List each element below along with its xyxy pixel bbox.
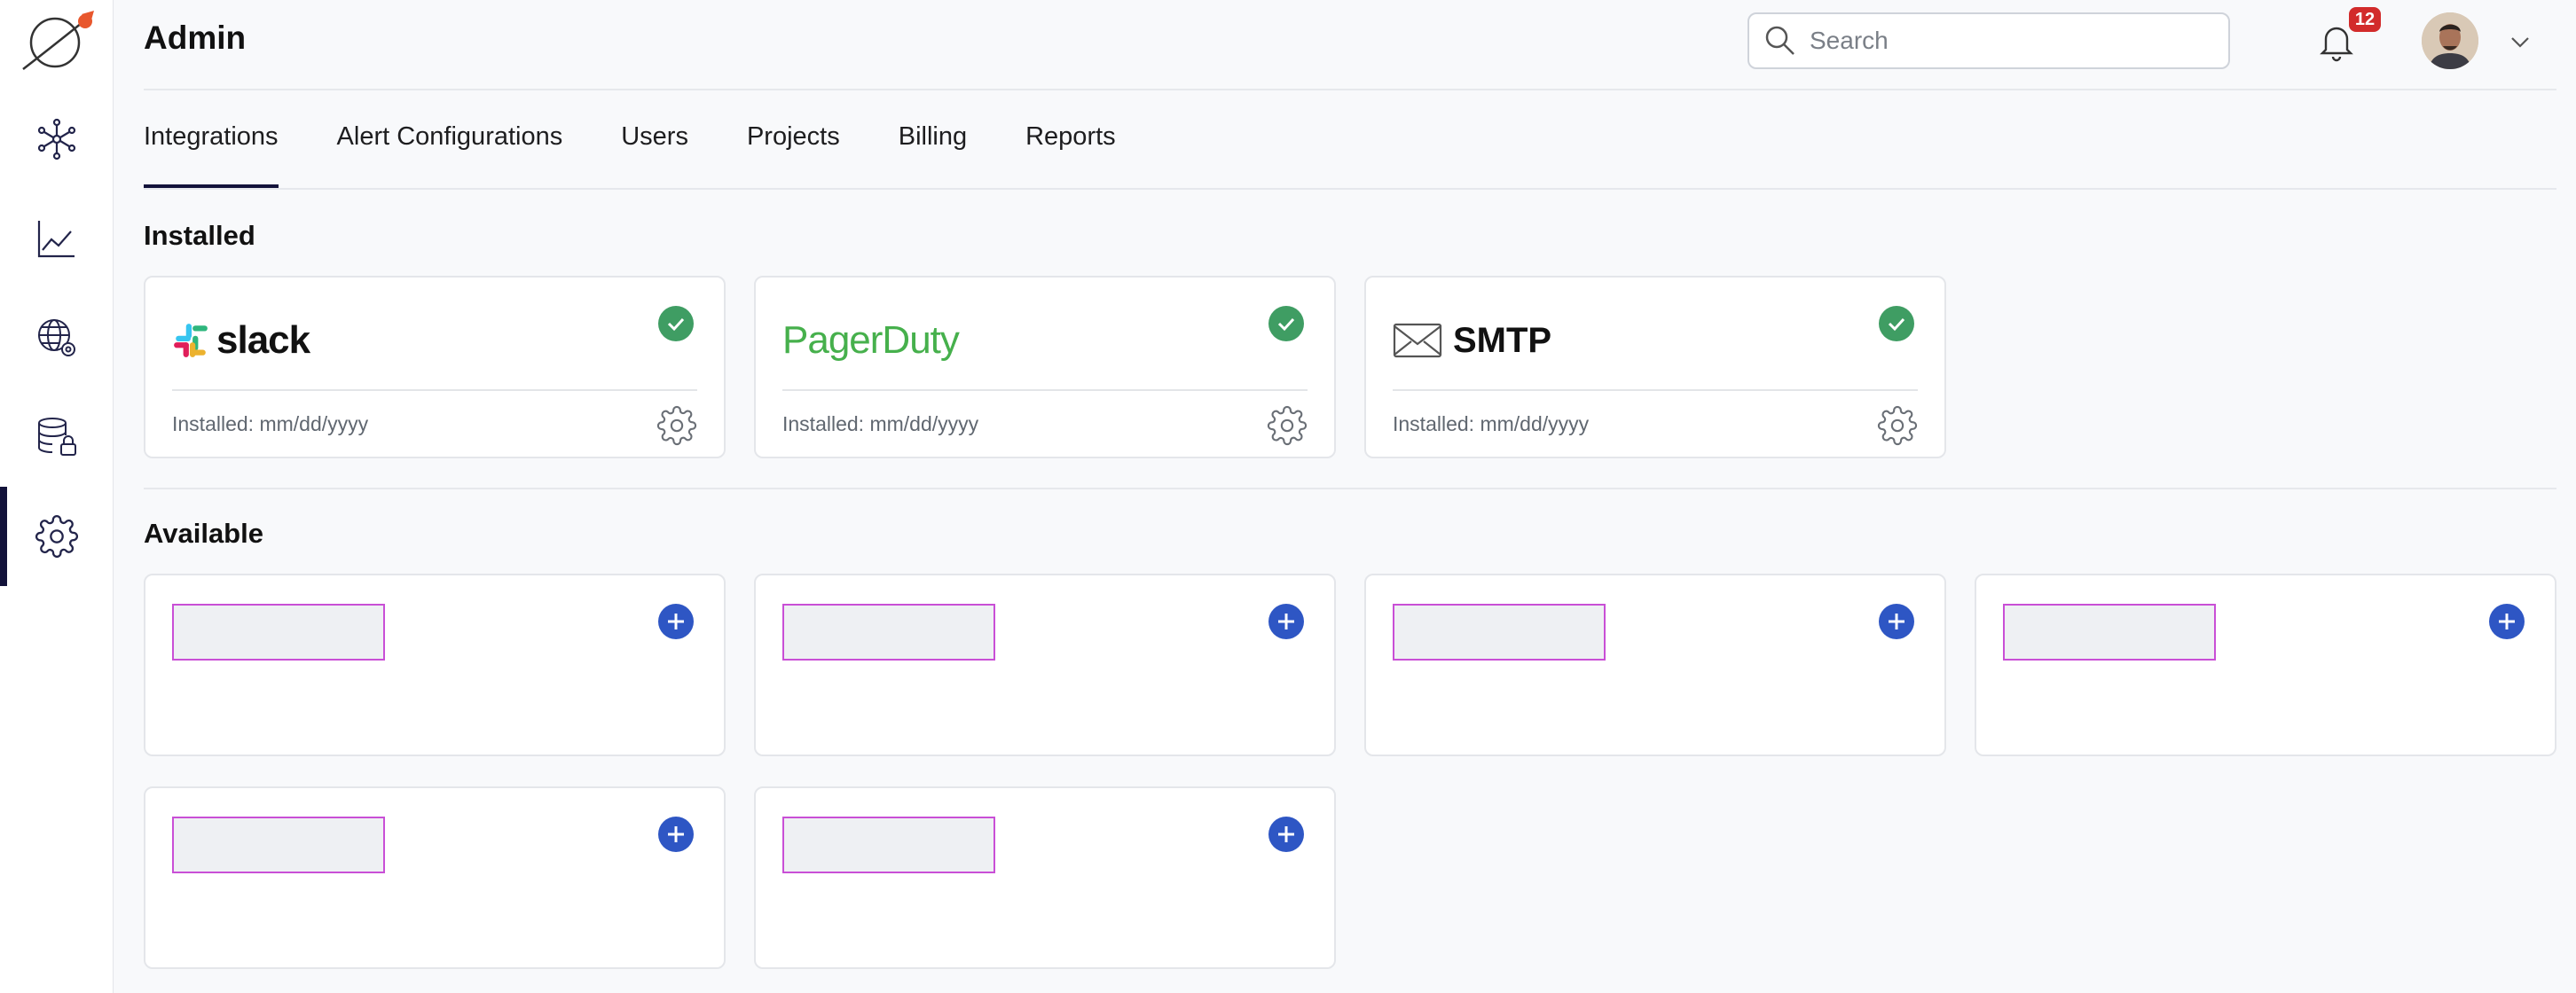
section-divider: [144, 488, 2556, 489]
add-circle-icon[interactable]: [2489, 604, 2525, 639]
globe-settings-icon: [38, 319, 75, 356]
chevron-down-icon[interactable]: [2507, 28, 2533, 55]
sidebar-item-settings[interactable]: [0, 487, 114, 586]
tab-projects[interactable]: Projects: [747, 122, 840, 190]
logo-placeholder: [2003, 604, 2216, 661]
tab-bar: Integrations Alert Configurations Users …: [144, 122, 1174, 190]
tab-billing[interactable]: Billing: [899, 122, 967, 190]
logo-placeholder: [782, 604, 995, 661]
user-photo-icon: [2422, 12, 2478, 69]
sidebar-item-global-settings[interactable]: [0, 288, 114, 387]
logo-placeholder: [172, 604, 385, 661]
tab-reports[interactable]: Reports: [1025, 122, 1116, 190]
installed-card-pagerduty: PagerDuty Installed: mm/dd/yyyy: [754, 276, 1336, 458]
sidebar-item-topology[interactable]: [0, 90, 114, 189]
slack-wordmark: slack: [216, 318, 310, 362]
gear-icon[interactable]: [1877, 405, 1918, 446]
envelope-icon: [1393, 323, 1442, 358]
tab-users[interactable]: Users: [621, 122, 688, 190]
header-divider: [144, 89, 2556, 90]
tab-alert-configurations[interactable]: Alert Configurations: [337, 122, 563, 190]
available-section-title: Available: [144, 518, 263, 549]
add-circle-icon[interactable]: [658, 817, 694, 852]
installed-section-title: Installed: [144, 220, 255, 251]
available-card[interactable]: [754, 574, 1336, 756]
logo-placeholder: [172, 817, 385, 873]
available-card[interactable]: [144, 574, 726, 756]
notification-badge: 12: [2349, 7, 2381, 32]
logo-placeholder: [1393, 604, 1606, 661]
installed-card-smtp: SMTP Installed: mm/dd/yyyy: [1364, 276, 1946, 458]
avatar[interactable]: [2422, 12, 2478, 69]
card-divider: [1393, 389, 1918, 391]
check-circle-icon: [1879, 306, 1914, 341]
tabs-divider: [144, 188, 2556, 190]
add-circle-icon[interactable]: [1268, 604, 1304, 639]
search-input[interactable]: [1810, 27, 2218, 55]
add-circle-icon[interactable]: [1879, 604, 1914, 639]
card-divider: [782, 389, 1308, 391]
check-circle-icon: [1268, 306, 1304, 341]
gear-icon[interactable]: [1267, 405, 1308, 446]
sidebar-item-analytics[interactable]: [0, 189, 114, 288]
slack-logo: slack: [172, 309, 310, 371]
add-circle-icon[interactable]: [1268, 817, 1304, 852]
check-circle-icon: [658, 306, 694, 341]
smtp-wordmark: SMTP: [1453, 320, 1552, 360]
installed-card-slack: slack Installed: mm/dd/yyyy: [144, 276, 726, 458]
database-lock-icon: [38, 418, 76, 456]
chart-line-icon: [37, 221, 75, 258]
gear-icon: [35, 514, 79, 559]
page-title: Admin: [144, 20, 247, 56]
available-card[interactable]: [144, 786, 726, 969]
card-divider: [172, 389, 697, 391]
search-bar[interactable]: [1747, 12, 2230, 69]
pagerduty-wordmark: PagerDuty: [782, 318, 960, 362]
pagerduty-logo: PagerDuty: [782, 309, 960, 371]
logo-placeholder: [782, 817, 995, 873]
installed-date: Installed: mm/dd/yyyy: [782, 412, 979, 435]
sidebar-item-data-security[interactable]: [0, 387, 114, 487]
gear-icon[interactable]: [656, 405, 697, 446]
installed-date: Installed: mm/dd/yyyy: [172, 412, 369, 435]
sidebar: [0, 0, 114, 993]
available-card[interactable]: [1975, 574, 2556, 756]
installed-date: Installed: mm/dd/yyyy: [1393, 412, 1590, 435]
tab-integrations[interactable]: Integrations: [144, 122, 279, 190]
smtp-logo: SMTP: [1393, 309, 1551, 371]
available-card[interactable]: [1364, 574, 1946, 756]
app-logo-icon[interactable]: [20, 7, 98, 74]
network-icon: [37, 118, 76, 160]
available-card[interactable]: [754, 786, 1336, 969]
search-icon: [1765, 26, 1795, 55]
add-circle-icon[interactable]: [658, 604, 694, 639]
slack-icon: [174, 324, 208, 357]
